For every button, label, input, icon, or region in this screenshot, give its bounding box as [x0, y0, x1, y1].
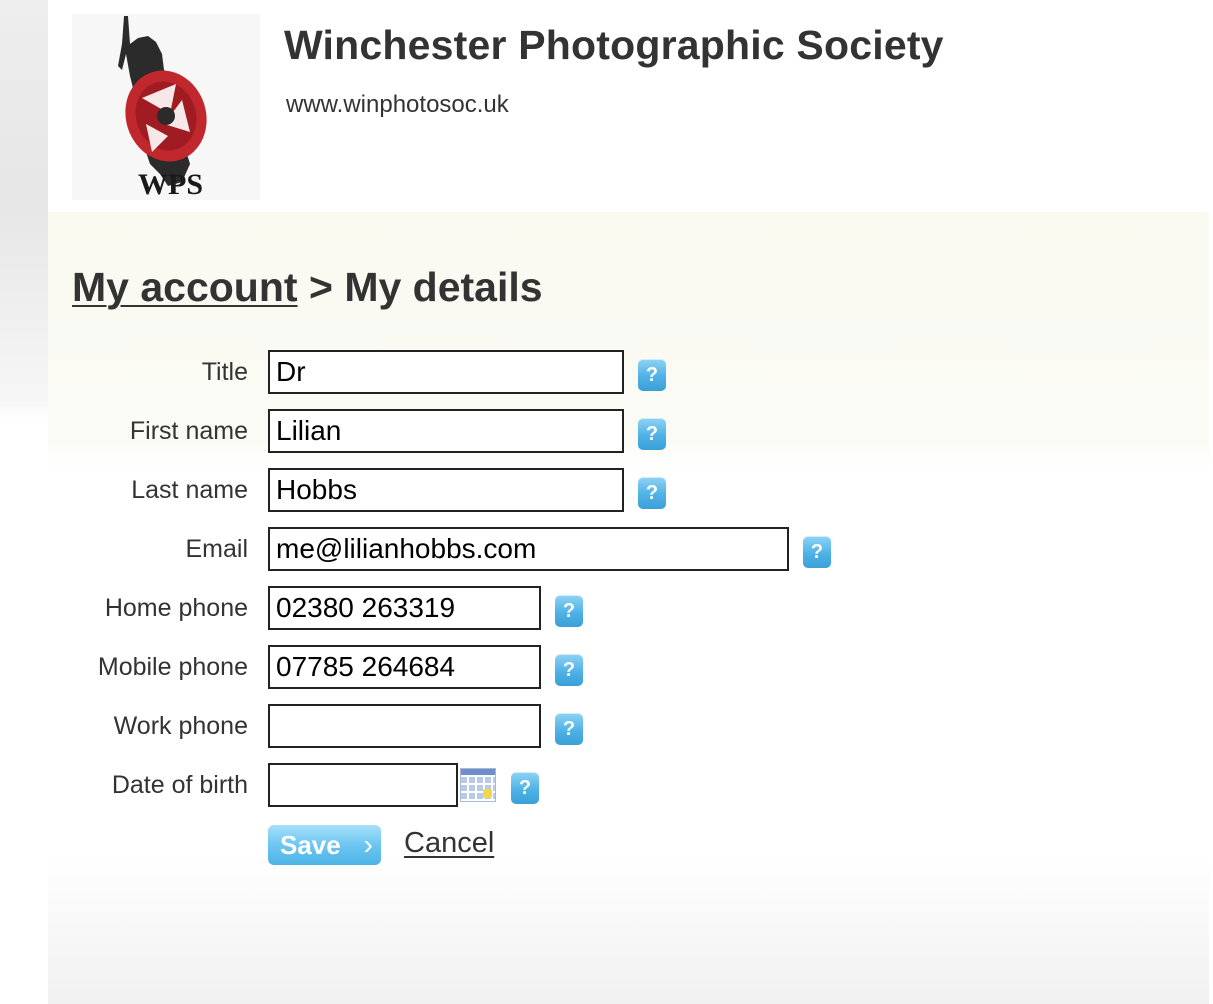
last-name-row: Last name ? — [48, 468, 948, 512]
home-phone-help-icon[interactable]: ? — [555, 595, 583, 627]
last-name-help-icon[interactable]: ? — [638, 477, 666, 509]
email-label: Email — [185, 535, 248, 563]
page-title: My details — [344, 264, 543, 310]
work-phone-help-icon[interactable]: ? — [555, 713, 583, 745]
title-label: Title — [201, 358, 248, 386]
main-content: My account > My details Title ? First na… — [48, 212, 1209, 1004]
calendar-icon[interactable] — [460, 768, 496, 802]
work-phone-label: Work phone — [113, 712, 248, 740]
email-input[interactable] — [268, 527, 789, 571]
mobile-phone-row: Mobile phone ? — [48, 645, 948, 689]
home-phone-input[interactable] — [268, 586, 541, 630]
site-url: www.winphotosoc.uk — [286, 91, 509, 118]
first-name-input[interactable] — [268, 409, 624, 453]
logo-text: WPS — [138, 168, 203, 200]
mobile-phone-input[interactable] — [268, 645, 541, 689]
save-button-label: Save — [280, 830, 341, 860]
breadcrumb-separator: > — [308, 264, 333, 310]
date-of-birth-input[interactable] — [268, 763, 458, 807]
home-phone-row: Home phone ? — [48, 586, 948, 630]
wps-logo[interactable]: WPS — [72, 14, 260, 201]
title-input[interactable] — [268, 350, 624, 394]
home-phone-label: Home phone — [104, 594, 248, 622]
first-name-row: First name ? — [48, 409, 948, 453]
work-phone-row: Work phone ? — [48, 704, 948, 748]
mobile-phone-label: Mobile phone — [97, 653, 248, 681]
title-row: Title ? — [48, 350, 948, 394]
work-phone-input[interactable] — [268, 704, 541, 748]
last-name-label: Last name — [131, 476, 248, 504]
first-name-help-icon[interactable]: ? — [638, 418, 666, 450]
mobile-phone-help-icon[interactable]: ? — [555, 654, 583, 686]
site-header: WPS Winchester Photographic Society www.… — [48, 0, 1213, 212]
cancel-link[interactable]: Cancel — [404, 827, 494, 860]
first-name-label: First name — [129, 417, 248, 445]
date-of-birth-help-icon[interactable]: ? — [511, 772, 539, 804]
wps-logo-graphic: WPS — [118, 16, 207, 201]
chevron-right-icon: › — [363, 829, 373, 860]
date-of-birth-row: Date of birth ? — [48, 763, 948, 807]
left-edge-bar — [0, 0, 48, 1004]
email-row: Email ? — [48, 527, 948, 571]
date-of-birth-label: Date of birth — [111, 771, 248, 799]
last-name-input[interactable] — [268, 468, 624, 512]
breadcrumb-my-account-link[interactable]: My account — [72, 264, 298, 310]
email-help-icon[interactable]: ? — [803, 536, 831, 568]
save-button[interactable]: Save › — [268, 825, 381, 865]
site-title: Winchester Photographic Society — [284, 22, 944, 68]
title-help-icon[interactable]: ? — [638, 359, 666, 391]
breadcrumb: My account > My details — [72, 264, 543, 311]
